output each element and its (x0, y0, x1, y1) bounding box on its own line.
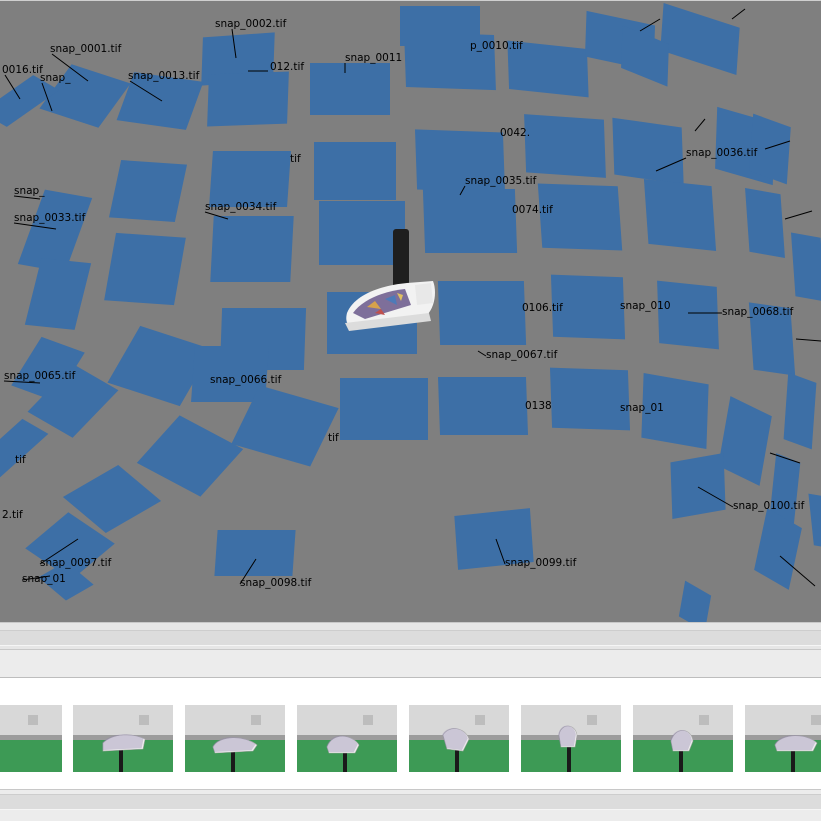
camera-frustum[interactable] (612, 117, 684, 185)
camera-image-label: snap_01 (22, 573, 66, 585)
camera-frustum[interactable] (314, 142, 396, 200)
label-leader-line (795, 338, 821, 342)
camera-frustum[interactable] (537, 183, 623, 251)
camera-frustum[interactable] (745, 188, 785, 258)
label-leader-line (477, 350, 487, 357)
camera-image-label: 0042. (500, 127, 530, 139)
camera-image-label: tif (328, 432, 339, 444)
camera-image-label: snap_0066.tif (210, 374, 282, 386)
filmstrip-thumbnail[interactable] (409, 705, 509, 772)
3d-viewport[interactable]: snap_0002.tif snap_0001.tif 0016.tif snap_ s… (0, 0, 821, 622)
camera-frustum[interactable] (214, 530, 296, 576)
camera-frustum[interactable] (310, 63, 390, 115)
camera-image-label: snap_010 (620, 300, 671, 312)
filmstrip-thumbnail[interactable] (297, 705, 397, 772)
filmstrip-thumbnail[interactable] (521, 705, 621, 772)
scrollbar-track[interactable] (0, 794, 821, 810)
camera-frustum[interactable] (549, 367, 631, 431)
label-leader-line (694, 118, 706, 132)
camera-image-label: 0138 (525, 400, 552, 412)
camera-frustum[interactable] (437, 281, 527, 345)
camera-image-label: snap_0065.tif (4, 370, 76, 382)
camera-frustum[interactable] (678, 580, 712, 622)
filmstrip-thumbnail[interactable] (0, 705, 62, 772)
camera-frustum[interactable] (104, 232, 186, 306)
camera-frustum[interactable] (670, 453, 726, 519)
camera-image-label: 2.tif (2, 509, 23, 521)
camera-frustum[interactable] (790, 232, 821, 302)
camera-scene[interactable]: snap_0002.tifsnap_0001.tif0016.tifsnap_ s… (0, 1, 821, 622)
camera-image-label: snap_0099.tif (505, 557, 577, 569)
filmstrip-thumbnail[interactable] (633, 705, 733, 772)
camera-frustum[interactable] (0, 418, 49, 484)
camera-frustum[interactable] (754, 508, 802, 590)
camera-image-label: snap_0002.tif (215, 18, 287, 30)
camera-image-label: snap_0097.tif (40, 557, 112, 569)
toolbar-strip (0, 650, 821, 678)
camera-image-label: snap_0001.tif (50, 43, 122, 55)
camera-image-label: snap_ (40, 72, 71, 84)
camera-frustum[interactable] (136, 415, 244, 497)
viewport-scrollbar[interactable] (0, 622, 821, 650)
camera-frustum[interactable] (643, 179, 717, 251)
camera-image-label: snap_0036.tif (686, 147, 758, 159)
camera-image-label: snap_0035.tif (465, 175, 537, 187)
camera-image-label: 0106.tif (522, 302, 563, 314)
camera-image-label: snap_0033.tif (14, 212, 86, 224)
scrollbar-track[interactable] (0, 630, 821, 646)
camera-image-label: 0016.tif (2, 64, 43, 76)
camera-image-label: tif (290, 153, 301, 165)
camera-image-label: snap_0068.tif (722, 306, 794, 318)
camera-frustum[interactable] (209, 151, 291, 207)
filmstrip-thumbnail[interactable] (745, 705, 821, 772)
camera-frustum[interactable] (24, 258, 92, 330)
camera-frustum[interactable] (340, 378, 428, 440)
camera-image-label: p_0010.tif (470, 40, 523, 52)
camera-frustum[interactable] (319, 201, 405, 265)
filmstrip-thumbnail[interactable] (73, 705, 173, 772)
camera-image-label: snap_0067.tif (486, 349, 558, 361)
camera-image-label: 0074.tif (512, 204, 553, 216)
camera-image-label: snap_0098.tif (240, 577, 312, 589)
camera-image-label: snap_0100.tif (733, 500, 805, 512)
label-leader-line (731, 8, 746, 20)
camera-frustum[interactable] (718, 396, 772, 486)
camera-frustum[interactable] (210, 216, 294, 282)
camera-image-label: tif (15, 454, 26, 466)
camera-image-label: snap_0034.tif (205, 201, 277, 213)
filmstrip-thumbnail[interactable] (185, 705, 285, 772)
camera-frustum[interactable] (660, 2, 740, 76)
camera-frustum[interactable] (808, 493, 821, 549)
camera-frustum[interactable] (400, 6, 480, 46)
camera-frustum[interactable] (422, 189, 518, 253)
camera-frustum[interactable] (108, 160, 188, 222)
camera-image-label: snap_01 (620, 402, 664, 414)
camera-frustum[interactable] (207, 71, 289, 127)
camera-image-label: 012.tif (270, 61, 304, 73)
filmstrip-scrollbar[interactable] (0, 790, 821, 821)
camera-frustum[interactable] (783, 372, 817, 450)
camera-image-label: snap_ (14, 185, 45, 197)
camera-image-label: snap_0011 (345, 52, 402, 64)
camera-frustum[interactable] (657, 280, 719, 350)
camera-frustum[interactable] (524, 114, 606, 178)
label-leader-line (784, 210, 813, 220)
camera-frustum[interactable] (437, 377, 529, 435)
camera-image-label: snap_0013.tif (128, 70, 200, 82)
